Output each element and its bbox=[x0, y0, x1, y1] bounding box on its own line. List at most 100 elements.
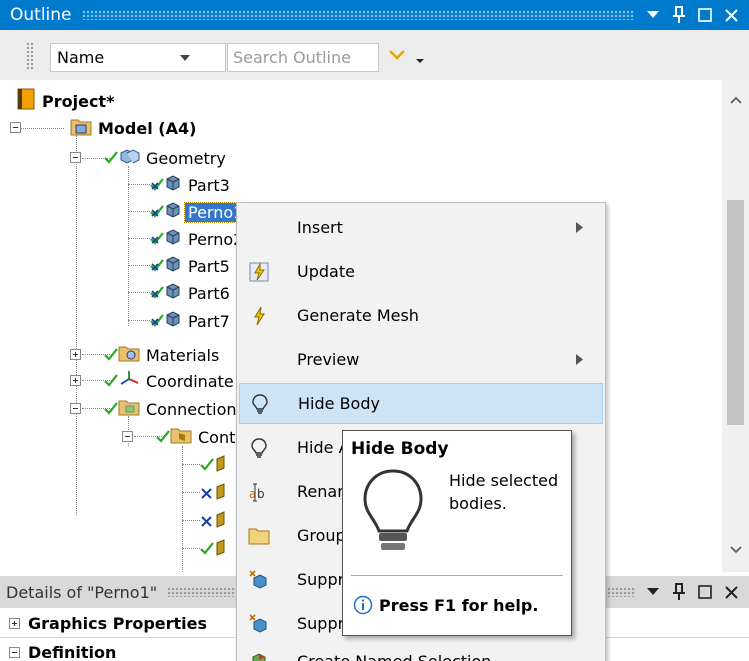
pin-icon[interactable] bbox=[671, 6, 687, 24]
contacts-collapse-toggle[interactable] bbox=[122, 431, 133, 442]
menu-item-create-named-selection[interactable]: Create Named Selection bbox=[239, 641, 603, 661]
tree-project[interactable]: Project* bbox=[16, 88, 114, 114]
select-arrow-icon bbox=[138, 54, 225, 61]
menu-item-update[interactable]: Update bbox=[239, 251, 603, 292]
part-label: Part3 bbox=[188, 175, 230, 195]
toolbar-grip[interactable] bbox=[26, 42, 34, 70]
name-select[interactable]: Name bbox=[50, 43, 226, 72]
check-cross-icon bbox=[150, 257, 164, 276]
connections-collapse-toggle[interactable] bbox=[70, 403, 81, 414]
maximize-icon[interactable] bbox=[697, 583, 713, 601]
geometry-collapse-toggle[interactable] bbox=[70, 152, 81, 163]
tree-model[interactable]: Model (A4) bbox=[70, 115, 196, 141]
named-selection-icon bbox=[239, 647, 279, 661]
materials-folder-icon bbox=[118, 344, 140, 366]
dropdown-icon[interactable] bbox=[645, 583, 661, 601]
coordinate-systems-expand-toggle[interactable] bbox=[70, 375, 81, 386]
cross-icon bbox=[200, 512, 214, 531]
menu-item-label: Create Named Selection bbox=[297, 652, 491, 661]
details-title: Details of "Perno1" bbox=[6, 582, 158, 602]
generate-mesh-icon bbox=[239, 301, 279, 331]
tree-part[interactable]: Perno2 bbox=[150, 226, 243, 252]
filter-chevron-icon[interactable] bbox=[388, 47, 428, 71]
tooltip-divider bbox=[351, 575, 563, 576]
hide-body-tooltip: Hide Body Hide selected bodies. Press F1… bbox=[342, 430, 572, 636]
tooltip-help-text: Press F1 for help. bbox=[379, 595, 539, 615]
menu-item-label: Generate Mesh bbox=[297, 306, 419, 325]
tree-part[interactable]: Part7 bbox=[150, 308, 230, 334]
check-icon bbox=[104, 149, 118, 168]
tree-contact-item[interactable] bbox=[200, 508, 230, 534]
tooltip-title: Hide Body bbox=[351, 439, 449, 459]
menu-item-hide-body[interactable]: Hide Body bbox=[239, 383, 603, 424]
model-collapse-toggle[interactable] bbox=[10, 122, 21, 133]
tree-part[interactable]: Part6 bbox=[150, 280, 230, 306]
tree-contact-item[interactable] bbox=[200, 452, 230, 478]
tree-connections[interactable]: Connections bbox=[104, 396, 245, 422]
materials-expand-toggle[interactable] bbox=[70, 349, 81, 360]
close-icon[interactable] bbox=[723, 6, 739, 24]
part-label: Part5 bbox=[188, 256, 230, 276]
folder-icon bbox=[239, 521, 279, 551]
check-cross-icon bbox=[150, 230, 164, 249]
tree-contact-item[interactable] bbox=[200, 480, 230, 506]
body-icon bbox=[164, 255, 182, 277]
check-cross-icon bbox=[150, 176, 164, 195]
contact-icon bbox=[214, 510, 230, 532]
tree-part-selected[interactable]: Perno1 bbox=[150, 199, 248, 225]
large-lightbulb-icon bbox=[361, 467, 425, 561]
tree-part[interactable]: Part5 bbox=[150, 253, 230, 279]
submenu-arrow-icon bbox=[576, 218, 583, 237]
project-label: Project* bbox=[42, 91, 115, 111]
close-icon[interactable] bbox=[723, 583, 739, 601]
rename-icon: ab bbox=[239, 477, 279, 507]
tree-geometry[interactable]: Geometry bbox=[104, 145, 226, 171]
tree-contact-item[interactable] bbox=[200, 536, 230, 562]
check-icon bbox=[104, 400, 118, 419]
materials-label: Materials bbox=[146, 345, 220, 365]
outline-title: Outline bbox=[10, 5, 72, 25]
tree-materials[interactable]: Materials bbox=[104, 342, 219, 368]
tooltip-body: Hide selected bodies. bbox=[449, 471, 559, 513]
menu-item-label: Hide Body bbox=[298, 394, 380, 413]
pin-icon[interactable] bbox=[671, 583, 687, 601]
maximize-icon[interactable] bbox=[697, 6, 713, 24]
menu-item-label: Preview bbox=[297, 350, 360, 369]
part-label: Part7 bbox=[188, 311, 230, 331]
check-cross-icon bbox=[150, 203, 164, 222]
scroll-up-icon[interactable] bbox=[728, 92, 744, 108]
name-select-value: Name bbox=[57, 48, 105, 67]
geometry-label: Geometry bbox=[146, 148, 226, 168]
submenu-arrow-icon bbox=[576, 350, 583, 369]
scroll-thumb[interactable] bbox=[727, 200, 744, 425]
check-cross-icon bbox=[150, 312, 164, 331]
search-outline-input[interactable]: Search Outline bbox=[227, 43, 379, 72]
row-label: Definition bbox=[28, 643, 117, 661]
scroll-down-icon[interactable] bbox=[728, 542, 744, 558]
collapse-toggle[interactable] bbox=[9, 647, 20, 658]
menu-item-preview[interactable]: Preview bbox=[239, 339, 603, 380]
body-icon bbox=[164, 174, 182, 196]
menu-item-insert[interactable]: Insert bbox=[239, 207, 603, 248]
outline-toolbar: Name Search Outline bbox=[0, 30, 749, 80]
connections-folder-icon bbox=[118, 398, 140, 420]
contacts-folder-icon bbox=[170, 426, 192, 448]
connections-label: Connections bbox=[146, 399, 245, 419]
project-icon bbox=[16, 88, 36, 114]
row-label: Graphics Properties bbox=[28, 614, 208, 633]
check-icon bbox=[104, 346, 118, 365]
suppress-icon bbox=[239, 609, 279, 639]
body-icon bbox=[164, 201, 182, 223]
dropdown-icon[interactable] bbox=[645, 6, 661, 24]
model-label: Model (A4) bbox=[98, 118, 197, 138]
part-label: Part6 bbox=[188, 283, 230, 303]
svg-text:b: b bbox=[257, 487, 265, 501]
tree-scrollbar[interactable] bbox=[722, 80, 749, 572]
check-icon bbox=[104, 372, 118, 391]
suppress-icon bbox=[239, 565, 279, 595]
title-grip[interactable] bbox=[81, 10, 635, 20]
outline-title-bar[interactable]: Outline bbox=[0, 0, 749, 30]
menu-item-generate-mesh[interactable]: Generate Mesh bbox=[239, 295, 603, 336]
tree-part[interactable]: Part3 bbox=[150, 172, 230, 198]
expand-toggle[interactable] bbox=[9, 618, 20, 629]
